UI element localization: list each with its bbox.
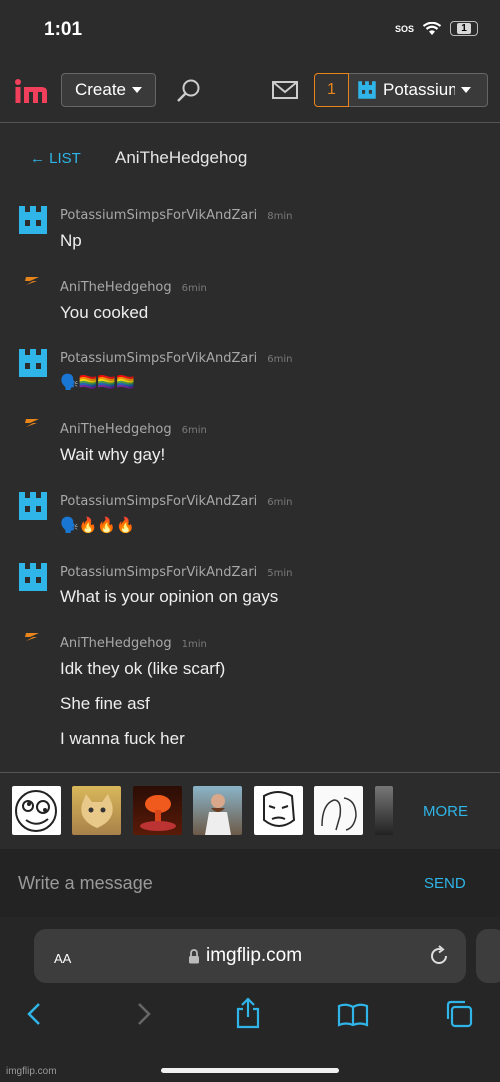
aa-label: AA <box>54 951 72 966</box>
message-time: 8min <box>267 211 293 222</box>
meme-thumb-cat[interactable] <box>72 786 121 835</box>
message-time: 1min <box>181 639 207 650</box>
reload-icon[interactable] <box>428 945 450 967</box>
forward-arrow-icon[interactable] <box>132 1001 154 1027</box>
sender-name[interactable]: PotassiumSimpsForVikAndZari <box>60 494 257 509</box>
nav-divider <box>0 122 500 123</box>
message-time: 6min <box>267 354 293 365</box>
lightning-avatar-icon <box>25 419 39 427</box>
user-name: Potassium <box>383 80 455 99</box>
back-to-list-link[interactable]: ← LIST <box>30 150 81 167</box>
sender-name[interactable]: AniTheHedgehog <box>60 636 172 651</box>
meme-thumb-derp[interactable] <box>12 786 61 835</box>
castle-avatar-icon <box>19 206 47 234</box>
message-text: Idk they ok (like scarf) <box>60 659 226 678</box>
status-bar: 1:01 SOS 1 <box>0 0 500 58</box>
message-time: 6min <box>181 425 207 436</box>
message-sender: PotassiumSimpsForVikAndZari 6min <box>60 351 293 366</box>
sos-indicator: SOS <box>394 23 414 34</box>
sender-name[interactable]: PotassiumSimpsForVikAndZari <box>60 208 257 223</box>
message-text: She fine asf <box>60 694 150 713</box>
message-sender: PotassiumSimpsForVikAndZari 6min <box>60 494 293 509</box>
meme-thumb-partial[interactable] <box>375 786 393 835</box>
send-button[interactable]: SEND <box>424 875 466 892</box>
message-sender: AniTheHedgehog 6min <box>60 422 207 437</box>
share-icon[interactable] <box>234 997 262 1029</box>
message-text: I wanna fuck her <box>60 729 185 748</box>
conversation-title: AniTheHedgehog <box>115 148 248 167</box>
more-memes-button[interactable]: MORE <box>423 803 468 820</box>
derp-face-icon <box>15 790 57 832</box>
meme-picker-bar: MORE <box>0 772 500 850</box>
tabs-icon[interactable] <box>444 999 474 1029</box>
lightning-avatar-icon <box>25 633 39 641</box>
explosion-icon <box>140 795 176 831</box>
user-menu-button[interactable]: Potassium <box>349 73 488 107</box>
cat-icon <box>81 794 113 828</box>
bookmarks-icon[interactable] <box>337 1003 369 1027</box>
address-bar[interactable]: AA imgflip.com <box>34 929 466 983</box>
meme-thumb-okay[interactable] <box>254 786 303 835</box>
reader-settings-button[interactable]: AA <box>54 947 71 968</box>
conversation-header: ← LIST AniTheHedgehog <box>0 148 500 172</box>
message-time: 5min <box>267 568 293 579</box>
status-icons: SOS 1 <box>395 21 478 36</box>
wifi-icon <box>422 21 442 35</box>
message-time: 6min <box>267 497 293 508</box>
message-sender: AniTheHedgehog 6min <box>60 280 207 295</box>
wojak-icon <box>321 797 357 831</box>
castle-avatar-icon <box>19 492 47 520</box>
message-input[interactable]: Write a message <box>18 873 153 894</box>
message-sender: AniTheHedgehog 1min <box>60 636 207 651</box>
mail-icon[interactable] <box>272 81 298 99</box>
search-icon[interactable] <box>176 78 202 104</box>
meme-thumb-explosion[interactable] <box>133 786 182 835</box>
status-time: 1:01 <box>44 19 83 40</box>
browser-chrome: AA imgflip.com <box>0 917 500 1082</box>
chevron-down-icon <box>132 87 143 93</box>
next-tab-peek[interactable] <box>476 929 500 983</box>
create-label: Create <box>74 80 127 99</box>
castle-avatar-icon <box>19 349 47 377</box>
message-text: Wait why gay! <box>60 445 166 464</box>
battery-icon: 1 <box>450 21 478 36</box>
url-domain: imgflip.com <box>206 945 303 966</box>
notification-count-button[interactable]: 1 <box>314 73 349 107</box>
meme-thumb-wojak[interactable] <box>314 786 363 835</box>
user-avatar-icon <box>358 81 376 99</box>
sender-name[interactable]: PotassiumSimpsForVikAndZari <box>60 351 257 366</box>
message-text: You cooked <box>60 303 149 322</box>
meme-thumb-jesus[interactable] <box>193 786 242 835</box>
message-sender: PotassiumSimpsForVikAndZari 8min <box>60 208 293 223</box>
message-text: 🗣️🔥🔥🔥 <box>60 517 135 534</box>
watermark: imgflip.com <box>6 1066 57 1077</box>
compose-area: Write a message SEND <box>0 849 500 917</box>
lock-icon <box>189 949 199 964</box>
message-text: Np <box>60 231 82 250</box>
battery-level: 1 <box>457 23 471 34</box>
lightning-avatar-icon <box>25 277 39 285</box>
message-sender: PotassiumSimpsForVikAndZari 5min <box>60 565 293 580</box>
message-text: What is your opinion on gays <box>60 587 279 606</box>
castle-avatar-icon <box>19 563 47 591</box>
home-indicator <box>161 1068 339 1073</box>
create-button[interactable]: Create <box>61 73 156 107</box>
top-nav: Create 1 Potassium <box>0 62 500 118</box>
imgflip-logo-icon[interactable] <box>14 76 48 106</box>
message-time: 6min <box>181 283 207 294</box>
sender-name[interactable]: AniTheHedgehog <box>60 422 172 437</box>
sender-name[interactable]: AniTheHedgehog <box>60 280 172 295</box>
sender-name[interactable]: PotassiumSimpsForVikAndZari <box>60 565 257 580</box>
back-arrow-icon[interactable] <box>24 1001 46 1027</box>
figure-icon <box>205 794 231 835</box>
message-text: 🗣️🏳️‍🌈🏳️‍🌈🏳️‍🌈 <box>60 374 135 391</box>
okay-face-icon <box>263 791 296 827</box>
chevron-down-icon <box>461 87 471 93</box>
